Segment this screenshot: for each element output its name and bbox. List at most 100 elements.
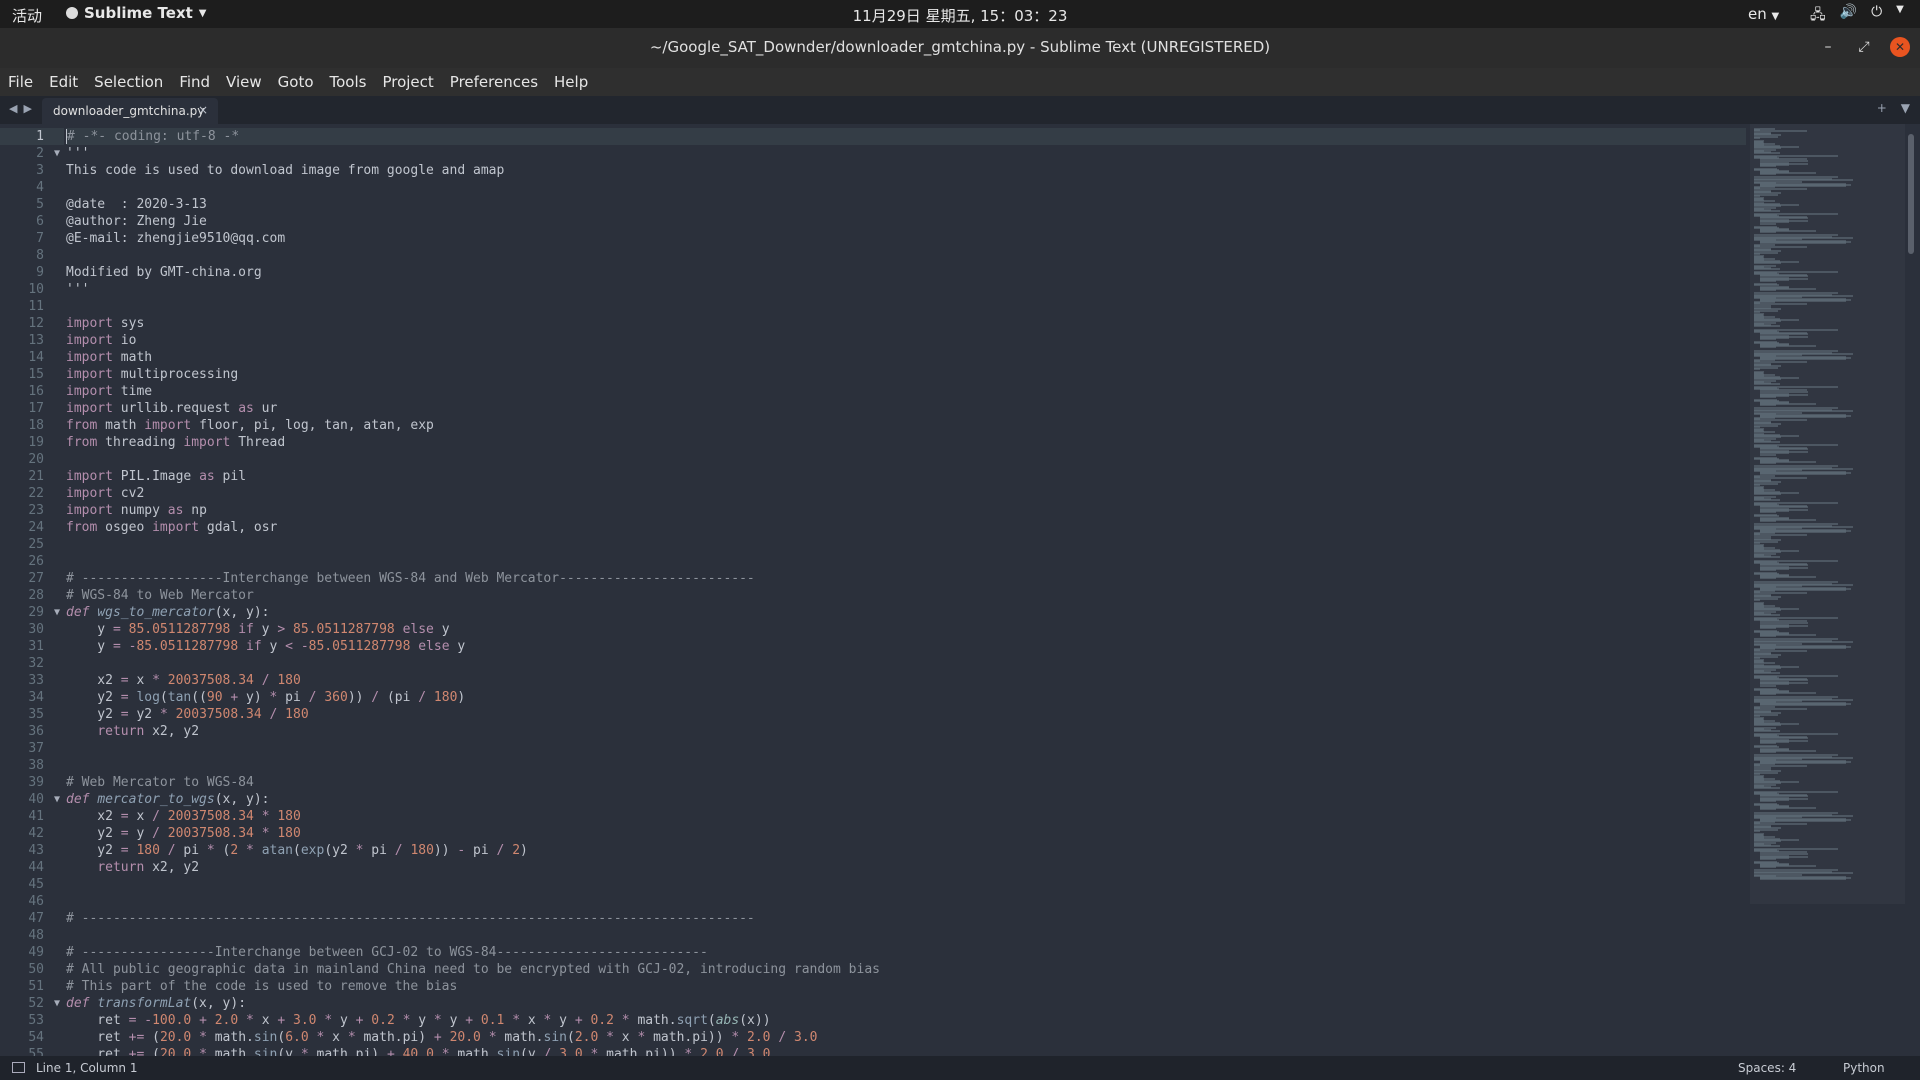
code-line[interactable]: from threading import Thread [66, 434, 1746, 451]
fold-arrow-icon[interactable]: ▼ [54, 145, 60, 162]
code-line[interactable] [66, 553, 1746, 570]
code-line[interactable]: # -*- coding: utf-8 -* [66, 128, 1746, 145]
code-line[interactable]: x2 = x / 20037508.34 * 180 [66, 808, 1746, 825]
code-line[interactable]: y = 85.0511287798 if y > 85.0511287798 e… [66, 621, 1746, 638]
code-line[interactable]: return x2, y2 [66, 723, 1746, 740]
code-line[interactable]: @date : 2020-3-13 [66, 196, 1746, 213]
menu-project[interactable]: Project [374, 73, 441, 91]
code-line[interactable] [66, 298, 1746, 315]
code-line[interactable]: ''' [66, 145, 1746, 162]
code-line[interactable] [66, 536, 1746, 553]
code-line[interactable] [66, 451, 1746, 468]
code-line[interactable]: import math [66, 349, 1746, 366]
code-line[interactable]: # Web Mercator to WGS-84 [66, 774, 1746, 791]
line-number-gutter[interactable]: 1 2 ▼ 3 4 5 6 7 8 9 10 11 12 13 14 15 16 17 18 19 20 21 22 23 24… [0, 128, 64, 1056]
clock[interactable]: 11月29日 星期五, 15：03：23 [853, 7, 1068, 25]
code-line[interactable]: def mercator_to_wgs(x, y): [66, 791, 1746, 808]
fold-arrow-icon[interactable]: ▼ [54, 995, 60, 1012]
code-line[interactable]: import cv2 [66, 485, 1746, 502]
code-line[interactable] [66, 927, 1746, 944]
menu-help[interactable]: Help [546, 73, 596, 91]
menu-goto[interactable]: Goto [270, 73, 322, 91]
minimize-button[interactable]: – [1818, 37, 1838, 57]
code-line[interactable]: from osgeo import gdal, osr [66, 519, 1746, 536]
fold-arrow-icon[interactable]: ▼ [54, 791, 60, 808]
code-line[interactable]: return x2, y2 [66, 859, 1746, 876]
code-line[interactable]: # All public geographic data in mainland… [66, 961, 1746, 978]
menu-edit[interactable]: Edit [41, 73, 86, 91]
code-line[interactable]: # -----------------Interchange between G… [66, 944, 1746, 961]
vertical-scrollbar[interactable] [1908, 134, 1914, 254]
code-line[interactable]: from math import floor, pi, log, tan, at… [66, 417, 1746, 434]
code-line[interactable]: x2 = x * 20037508.34 / 180 [66, 672, 1746, 689]
code-line[interactable]: import sys [66, 315, 1746, 332]
code-line[interactable]: y2 = log(tan((90 + y) * pi / 360)) / (pi… [66, 689, 1746, 706]
system-tray[interactable]: 🖧 🔊 ⏻ ▼ [1810, 4, 1904, 28]
code-line[interactable] [66, 757, 1746, 774]
code-line[interactable] [66, 876, 1746, 893]
tab-next-icon[interactable]: ▶ [23, 102, 31, 115]
tab-prev-icon[interactable]: ◀ [9, 102, 17, 115]
tab-downloader-gmtchina[interactable]: downloader_gmtchina.py × [42, 98, 218, 124]
code-token: sys [112, 316, 145, 331]
code-line[interactable]: ret += (20.0 * math.sin(y * math.pi) + 4… [66, 1046, 1746, 1056]
code-line[interactable]: y2 = y2 * 20037508.34 / 180 [66, 706, 1746, 723]
code-line[interactable]: y2 = y / 20037508.34 * 180 [66, 825, 1746, 842]
code-line[interactable]: import numpy as np [66, 502, 1746, 519]
code-token: sin [543, 1030, 567, 1045]
window-title-bar[interactable]: ~/Google_SAT_Downder/downloader_gmtchina… [0, 28, 1920, 68]
fold-arrow-icon[interactable]: ▼ [54, 604, 60, 621]
line-number: 19 [28, 435, 44, 450]
editor-area[interactable]: 1 2 ▼ 3 4 5 6 7 8 9 10 11 12 13 14 15 16 17 18 19 20 21 22 23 24… [0, 124, 1920, 1056]
menu-preferences[interactable]: Preferences [442, 73, 546, 91]
code-line[interactable]: import multiprocessing [66, 366, 1746, 383]
code-line[interactable]: import PIL.Image as pil [66, 468, 1746, 485]
code-line[interactable]: y = -85.0511287798 if y < -85.0511287798… [66, 638, 1746, 655]
maximize-button[interactable]: ⤢ [1854, 37, 1874, 57]
code-line[interactable]: ret += (20.0 * math.sin(6.0 * x * math.p… [66, 1029, 1746, 1046]
menu-file[interactable]: File [0, 73, 41, 91]
input-language-menu[interactable]: en ▼ [1748, 5, 1779, 23]
code-line[interactable]: # ------------------Interchange between … [66, 570, 1746, 587]
code-line[interactable]: Modified by GMT-china.org [66, 264, 1746, 281]
close-window-button[interactable]: ✕ [1890, 37, 1910, 57]
minimap[interactable] [1750, 124, 1910, 1056]
activities-button[interactable]: 活动 [12, 5, 42, 26]
code-line[interactable]: def wgs_to_mercator(x, y): [66, 604, 1746, 621]
code-line[interactable]: ''' [66, 281, 1746, 298]
syntax-selector[interactable]: Python [1843, 1061, 1885, 1075]
code-line[interactable] [66, 247, 1746, 264]
code-line[interactable]: @E-mail: zhengjie9510@qq.com [66, 230, 1746, 247]
code-line[interactable]: @author: Zheng Jie [66, 213, 1746, 230]
panel-toggle-icon[interactable] [12, 1062, 25, 1073]
cursor-position[interactable]: Line 1, Column 1 [36, 1061, 138, 1075]
indentation-setting[interactable]: Spaces: 4 [1738, 1061, 1796, 1075]
code-view[interactable]: # -*- coding: utf-8 -* ''' This code is us… [66, 128, 1746, 1056]
code-line[interactable]: import io [66, 332, 1746, 349]
code-line[interactable]: This code is used to download image from… [66, 162, 1746, 179]
code-line[interactable] [66, 179, 1746, 196]
code-line[interactable]: y2 = 180 / pi * (2 * atan(exp(y2 * pi / … [66, 842, 1746, 859]
code-line[interactable]: import time [66, 383, 1746, 400]
code-line[interactable]: def transformLat(x, y): [66, 995, 1746, 1012]
code-line[interactable]: ret = -100.0 + 2.0 * x + 3.0 * y + 0.2 *… [66, 1012, 1746, 1029]
menu-selection[interactable]: Selection [86, 73, 171, 91]
code-line[interactable]: # --------------------------------------… [66, 910, 1746, 927]
code-line[interactable]: # WGS-84 to Web Mercator [66, 587, 1746, 604]
menu-view[interactable]: View [218, 73, 270, 91]
code-token: * [246, 1013, 254, 1028]
line-number: 51 [28, 979, 44, 994]
code-line[interactable] [66, 655, 1746, 672]
new-tab-icon[interactable]: + [1877, 101, 1887, 115]
tab-close-icon[interactable]: × [198, 103, 208, 117]
code-token: y [449, 639, 466, 654]
tab-list-icon[interactable]: ▼ [1901, 101, 1910, 115]
code-line[interactable]: import urllib.request as ur [66, 400, 1746, 417]
app-menu[interactable]: Sublime Text ▼ [66, 4, 207, 22]
menu-tools[interactable]: Tools [322, 73, 375, 91]
code-line[interactable] [66, 740, 1746, 757]
menu-find[interactable]: Find [171, 73, 218, 91]
code-line[interactable]: # This part of the code is used to remov… [66, 978, 1746, 995]
code-line[interactable] [66, 893, 1746, 910]
